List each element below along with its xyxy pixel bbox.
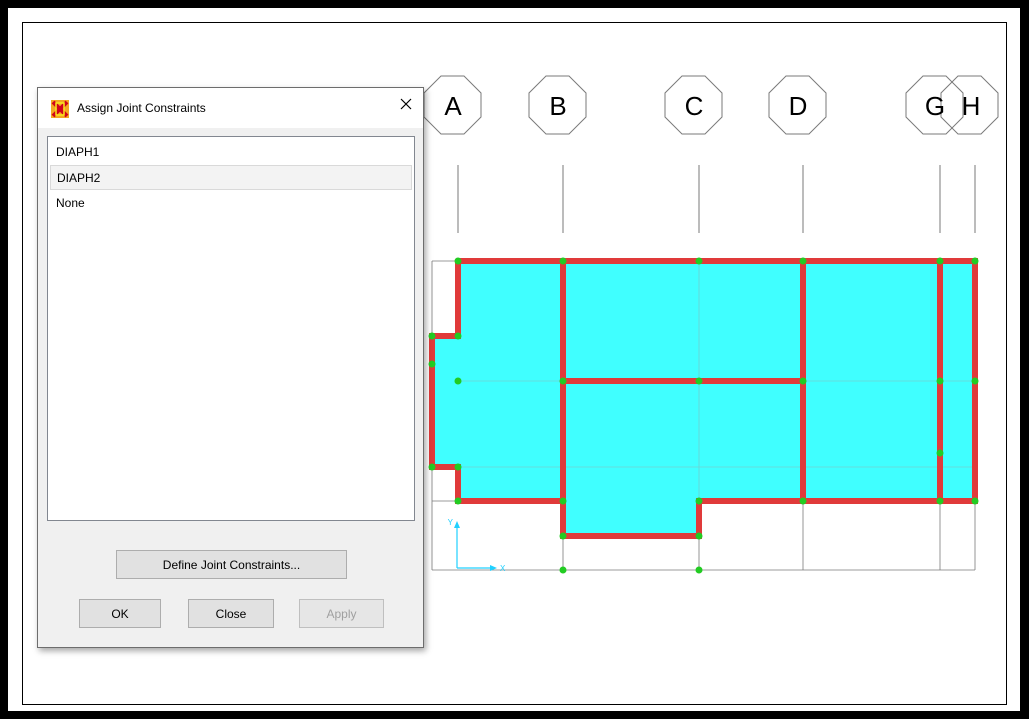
grid-label-b: B — [549, 91, 566, 121]
axis-y-label: Y — [448, 518, 454, 527]
grid-bubbles: A B C D G H — [423, 75, 999, 135]
grid-label-d: D — [789, 91, 808, 121]
grid-leaders — [457, 165, 976, 233]
ok-button[interactable]: OK — [79, 599, 161, 628]
app-logo-icon — [51, 100, 69, 118]
grid-label-c: C — [685, 91, 704, 121]
close-icon — [400, 98, 412, 110]
grid-label-g: G — [925, 91, 945, 121]
slab-areas[interactable] — [432, 261, 975, 536]
constraints-listbox[interactable]: DIAPH1 DIAPH2 None — [47, 136, 415, 521]
dialog-title: Assign Joint Constraints — [77, 101, 206, 115]
define-joint-constraints-button[interactable]: Define Joint Constraints... — [116, 550, 347, 579]
close-button[interactable]: Close — [188, 599, 274, 628]
dialog-close-button[interactable] — [389, 88, 423, 120]
list-item-diaph1[interactable]: DIAPH1 — [50, 140, 412, 165]
grid-label-a: A — [444, 91, 462, 121]
list-item-diaph2[interactable]: DIAPH2 — [50, 165, 412, 190]
axis-x-label: X — [500, 564, 506, 573]
list-item-none[interactable]: None — [50, 191, 412, 216]
apply-button[interactable]: Apply — [299, 599, 384, 628]
dialog-titlebar[interactable]: Assign Joint Constraints — [38, 88, 423, 128]
assign-joint-constraints-dialog: Assign Joint Constraints DIAPH1 DIAPH2 N… — [37, 87, 424, 648]
global-axes: Y X — [448, 518, 506, 573]
grid-label-h: H — [962, 91, 981, 121]
